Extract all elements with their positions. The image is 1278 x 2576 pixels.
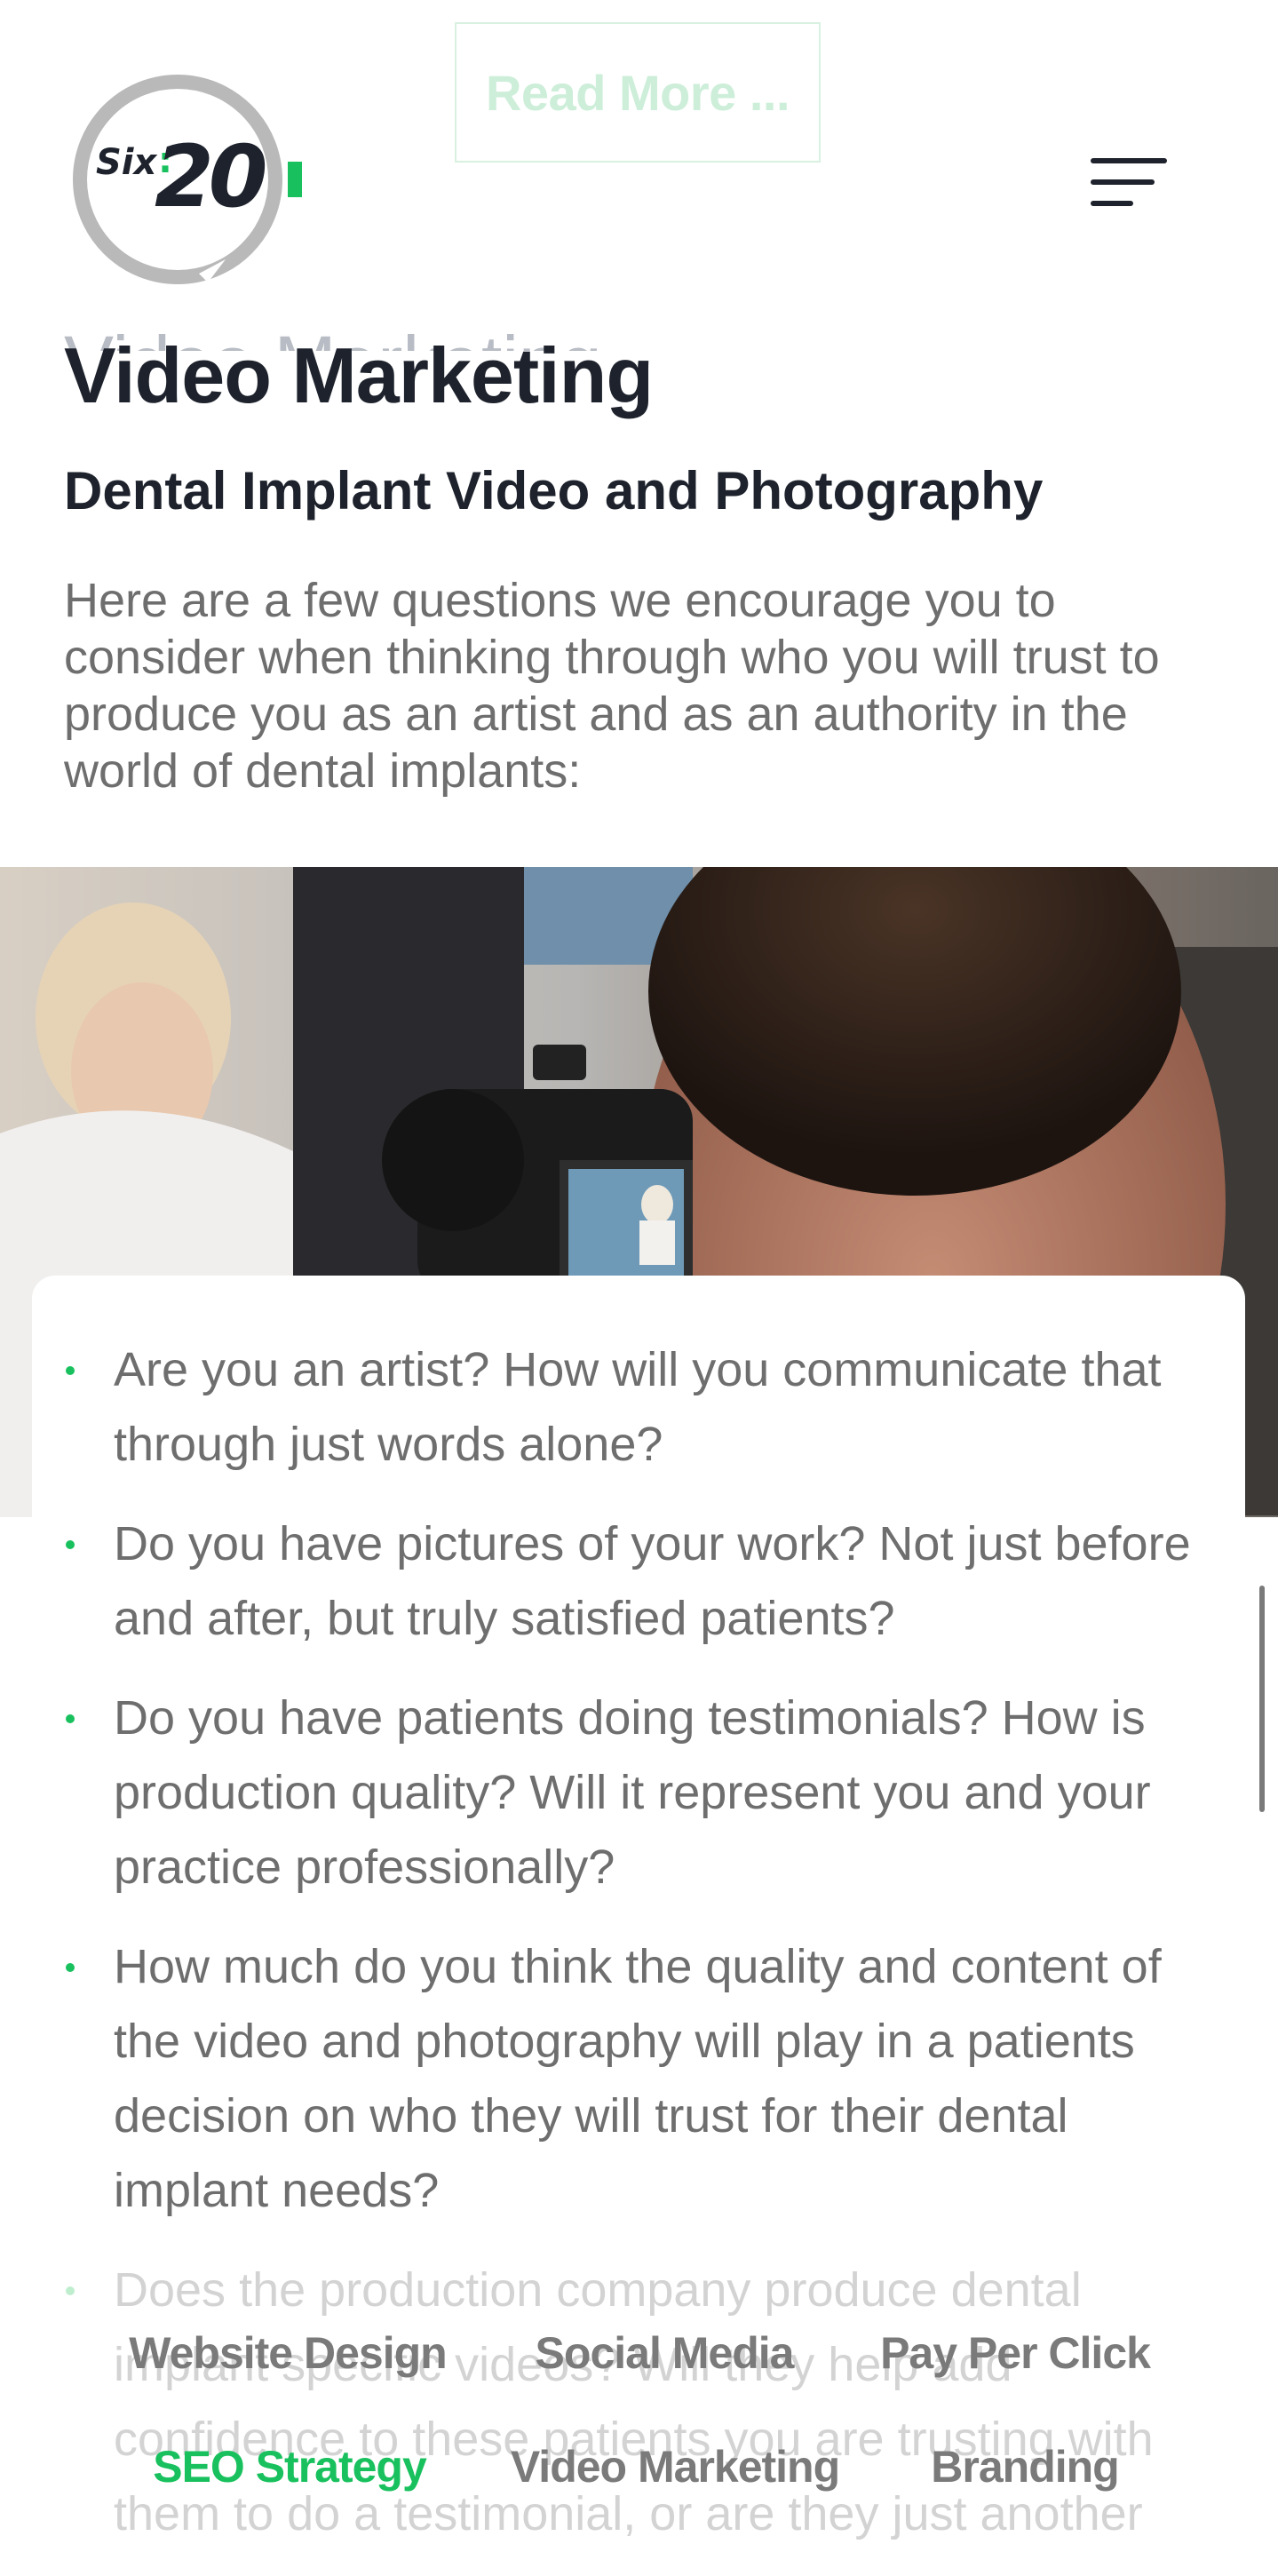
nav-social-media[interactable]: Social Media <box>536 2327 795 2379</box>
menu-line-top <box>1091 158 1167 163</box>
logo-six-text: Six <box>96 142 158 183</box>
hamburger-menu-icon[interactable] <box>1091 158 1167 208</box>
nav-branding[interactable]: Branding <box>931 2441 1119 2493</box>
section-subtitle: Dental Implant Video and Photography <box>64 461 1044 521</box>
logo-twenty-text: 20 <box>155 127 266 227</box>
nav-pay-per-click[interactable]: Pay Per Click <box>880 2327 1151 2379</box>
menu-line-middle <box>1091 179 1155 185</box>
nav-video-marketing[interactable]: Video Marketing <box>511 2441 840 2493</box>
section-title: Video Marketing <box>64 331 654 419</box>
list-item: How much do you think the quality and co… <box>66 1929 1220 2228</box>
scrollbar-thumb[interactable] <box>1259 1586 1265 1812</box>
services-nav: Website Design Social Media Pay Per Clic… <box>0 2310 1278 2559</box>
menu-line-bottom <box>1091 201 1133 206</box>
list-item: Do you have patients doing testimonials?… <box>66 1681 1220 1904</box>
list-item: Do you have pictures of your work? Not j… <box>66 1507 1220 1656</box>
nav-seo-strategy[interactable]: SEO Strategy <box>153 2441 427 2493</box>
six20-logo[interactable]: Six : 20 <box>66 69 314 291</box>
read-more-button[interactable]: Read More ... <box>455 22 821 163</box>
list-item: Are you an artist? How will you communic… <box>66 1332 1220 1482</box>
nav-website-design[interactable]: Website Design <box>129 2327 447 2379</box>
logo-accent-bar <box>288 162 302 197</box>
intro-paragraph: Here are a few questions we encourage yo… <box>64 574 1160 798</box>
